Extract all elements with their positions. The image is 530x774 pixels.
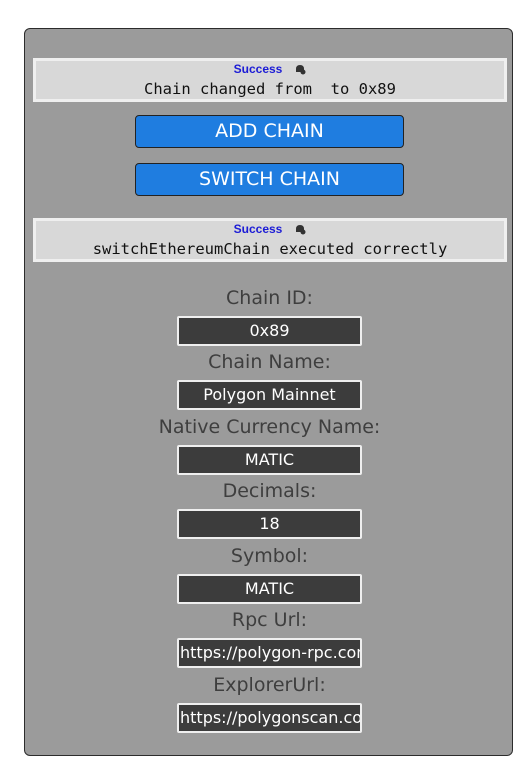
chain-panel: Success Chain changed from to 0x89 ADD C… <box>24 28 513 756</box>
chain-name-field[interactable]: Polygon Mainnet <box>177 380 362 410</box>
decimals-field[interactable]: 18 <box>177 509 362 539</box>
symbol-label: Symbol: <box>230 545 309 567</box>
bell-icon[interactable] <box>294 223 306 235</box>
notification-switch-executed: Success switchEthereumChain executed cor… <box>33 218 507 262</box>
notification-chain-changed: Success Chain changed from to 0x89 <box>33 58 507 102</box>
chain-id-field[interactable]: 0x89 <box>177 316 362 346</box>
rpc-url-field[interactable]: https://polygon-rpc.com <box>177 638 362 668</box>
notification-message: switchEthereumChain executed correctly <box>92 240 448 258</box>
rpc-url-label: Rpc Url: <box>231 609 308 631</box>
notification-title: Success <box>233 62 283 76</box>
add-chain-button[interactable]: ADD CHAIN <box>135 115 404 148</box>
explorer-url-field[interactable]: https://polygonscan.com <box>177 703 362 733</box>
decimals-label: Decimals: <box>222 480 317 502</box>
bell-icon[interactable] <box>294 63 306 75</box>
currency-name-field[interactable]: MATIC <box>177 445 362 475</box>
notification-title: Success <box>233 222 283 236</box>
explorer-url-label: ExplorerUrl: <box>213 674 326 696</box>
symbol-field[interactable]: MATIC <box>177 574 362 604</box>
chain-id-label: Chain ID: <box>226 287 313 309</box>
chain-name-label: Chain Name: <box>208 351 331 373</box>
currency-name-label: Native Currency Name: <box>158 416 381 438</box>
notification-message: Chain changed from to 0x89 <box>144 80 396 98</box>
switch-chain-button[interactable]: SWITCH CHAIN <box>135 163 404 196</box>
